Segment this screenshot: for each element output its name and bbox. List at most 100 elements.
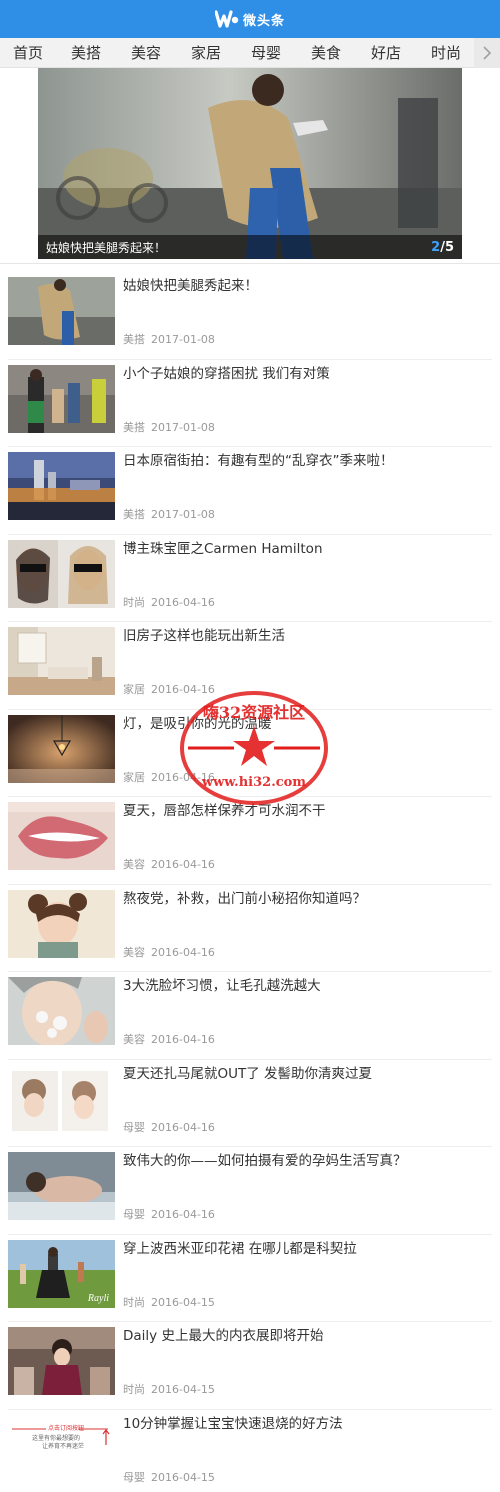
article-item[interactable]: 姑娘快把美腿秀起来！ 美搭 2017-01-08 [8,272,492,360]
banner-total: 5 [444,239,454,255]
article-thumbnail[interactable] [8,1327,115,1395]
article-meta: 美容 2016-04-16 [123,944,215,960]
article-category: 美搭 [123,508,145,521]
article-item[interactable]: 熬夜党，补救，出门前小秘招你知道吗？ 美容 2016-04-16 [8,885,492,972]
article-title[interactable]: 夏天，唇部怎样保养才可水润不干 [123,802,492,820]
article-title[interactable]: 小个子姑娘的穿搭困扰 我们有对策 [123,365,492,383]
article-date: 2016-04-16 [151,945,215,959]
article-category: 母婴 [123,1470,145,1484]
nav-item-food[interactable]: 美食 [296,38,356,68]
article-meta: 美容 2016-04-16 [123,856,215,872]
article-item[interactable]: 3大洗脸坏习惯，让毛孔越洗越大 美容 2016-04-16 [8,972,492,1060]
app-header: 微头条 [0,0,500,38]
article-title[interactable]: 旧房子这样也能玩出新生活 [123,627,492,645]
article-category: 美容 [123,945,145,959]
article-meta: 家居 2016-04-16 [123,769,215,785]
banner-current-index: 2 [431,239,441,255]
article-meta: 时尚 2016-04-15 [123,1381,215,1397]
article-date: 2017-01-08 [151,333,215,346]
article-item[interactable]: 旧房子这样也能玩出新生活 家居 2016-04-16 [8,622,492,710]
article-item[interactable]: 灯，是吸引你的光的温暖 家居 2016-04-16 [8,710,492,797]
article-thumbnail[interactable] [8,364,115,433]
article-title[interactable]: 10分钟掌握让宝宝快速退烧的好方法 [123,1415,492,1433]
article-date: 2017-01-08 [151,420,215,434]
banner-pager: 2/5 [431,240,454,255]
article-date: 2016-04-15 [151,1295,215,1309]
article-date: 2016-04-16 [151,1208,215,1221]
article-category: 时尚 [123,1295,145,1309]
article-category: 时尚 [123,595,145,609]
article-thumbnail[interactable] [8,539,115,608]
article-thumbnail[interactable] [8,1064,115,1133]
article-thumbnail[interactable] [8,802,115,870]
chevron-right-icon[interactable] [474,38,500,68]
article-thumbnail[interactable] [8,452,115,520]
article-date: 2016-04-15 [151,1383,215,1396]
nav-item-fashion[interactable]: 时尚 [416,38,476,68]
notice-line-2: 让养育不再迷茫 [42,1442,85,1450]
article-title[interactable]: 姑娘快把美腿秀起来！ [123,277,492,295]
article-date: 2016-04-16 [151,683,215,696]
article-title[interactable]: 夏天还扎马尾就OUT了 发髻助你清爽过夏 [123,1065,492,1083]
article-item[interactable]: Rayli 穿上波西米亚印花裙 在哪儿都是科契拉 时尚 2016-04-15 [8,1235,492,1322]
banner-title[interactable]: 姑娘快把美腿秀起来！ [46,239,166,256]
nav-item-outfit[interactable]: 美搭 [56,38,116,68]
article-thumbnail[interactable] [8,627,115,695]
article-category: 美容 [123,1033,145,1046]
article-date: 2016-04-15 [151,1470,215,1484]
article-category: 美搭 [123,333,145,346]
notice-heading: 点击订阅按钮 [48,1424,85,1432]
article-item[interactable]: 博主珠宝匣之Carmen Hamilton 时尚 2016-04-16 [8,535,492,622]
article-category: 时尚 [123,1383,145,1396]
banner-carousel[interactable]: 姑娘快把美腿秀起来！ 2/5 [38,68,462,259]
nav-item-home[interactable]: 首页 [0,38,56,68]
article-thumbnail[interactable] [8,889,115,958]
article-list: 姑娘快把美腿秀起来！ 美搭 2017-01-08 小个子姑娘的穿搭困扰 我们有对策… [0,264,500,1492]
article-title[interactable]: Daily 史上最大的内衣展即将开始 [123,1327,492,1345]
banner-caption-bar: 姑娘快把美腿秀起来！ 2/5 [38,235,462,259]
article-thumbnail[interactable] [8,977,115,1045]
article-title[interactable]: 博主珠宝匣之Carmen Hamilton [123,540,492,558]
banner-image [38,68,462,259]
nav-item-shops[interactable]: 好店 [356,38,416,68]
article-thumbnail[interactable] [8,714,115,783]
nav-item-beauty[interactable]: 美容 [116,38,176,68]
article-item[interactable]: 致伟大的你——如何拍摄有爱的孕妈生活写真？ 母婴 2016-04-16 [8,1147,492,1235]
article-thumbnail[interactable]: Rayli [8,1239,115,1308]
article-meta: 家居 2016-04-16 [123,681,215,697]
nav-item-baby[interactable]: 母婴 [236,38,296,68]
article-category: 母婴 [123,1208,145,1221]
article-thumbnail[interactable] [8,1152,115,1220]
article-title[interactable]: 致伟大的你——如何拍摄有爱的孕妈生活写真？ [123,1152,492,1170]
category-nav: 首页 美搭 美容 家居 母婴 美食 好店 时尚 [0,38,500,68]
article-category: 母婴 [123,1120,145,1134]
article-item[interactable]: 日本原宿街拍：有趣有型的“乱穿衣”季来啦！ 美搭 2017-01-08 [8,447,492,535]
article-item[interactable]: 小个子姑娘的穿搭困扰 我们有对策 美搭 2017-01-08 [8,360,492,447]
article-title[interactable]: 日本原宿街拍：有趣有型的“乱穿衣”季来啦！ [123,452,492,470]
article-meta: 母婴 2016-04-15 [123,1469,215,1485]
article-title[interactable]: 灯，是吸引你的光的温暖 [123,715,492,733]
article-meta: 美容 2016-04-16 [123,1031,215,1047]
article-title[interactable]: 穿上波西米亚印花裙 在哪儿都是科契拉 [123,1240,492,1258]
logo[interactable]: 微头条 [214,10,285,29]
article-thumbnail[interactable] [8,277,115,345]
article-category: 家居 [123,770,145,784]
article-item[interactable]: 夏天还扎马尾就OUT了 发髻助你清爽过夏 母婴 2016-04-16 [8,1060,492,1147]
article-item[interactable]: 点击订阅按钮 这里有你最想要的 让养育不再迷茫 10分钟掌握让宝宝快速退烧的好方… [8,1410,492,1492]
article-meta: 时尚 2016-04-16 [123,594,215,610]
article-item[interactable]: 夏天，唇部怎样保养才可水润不干 美容 2016-04-16 [8,797,492,885]
article-meta: 美搭 2017-01-08 [123,331,215,347]
nav-item-home-living[interactable]: 家居 [176,38,236,68]
article-item[interactable]: Daily 史上最大的内衣展即将开始 时尚 2016-04-15 [8,1322,492,1410]
article-date: 2017-01-08 [151,508,215,521]
article-title[interactable]: 3大洗脸坏习惯，让毛孔越洗越大 [123,977,492,995]
article-date: 2016-04-16 [151,770,215,784]
article-meta: 美搭 2017-01-08 [123,506,215,522]
article-title[interactable]: 熬夜党，补救，出门前小秘招你知道吗？ [123,890,492,908]
article-category: 家居 [123,683,145,696]
article-date: 2016-04-16 [151,858,215,871]
article-category: 美搭 [123,420,145,434]
article-thumbnail[interactable]: 点击订阅按钮 这里有你最想要的 让养育不再迷茫 [8,1414,115,1483]
article-meta: 时尚 2016-04-15 [123,1294,215,1310]
article-date: 2016-04-16 [151,595,215,609]
